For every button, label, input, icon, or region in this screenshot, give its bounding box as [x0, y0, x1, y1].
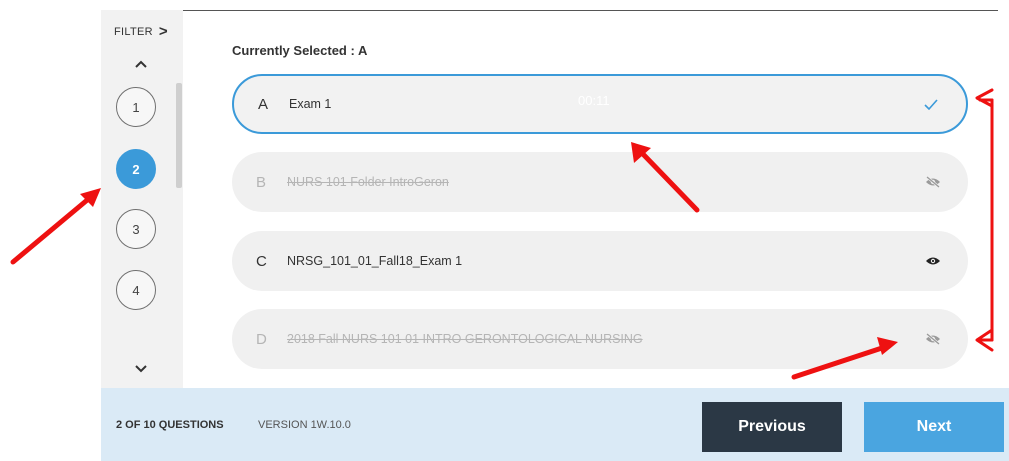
sidebar-scrollbar[interactable]: [176, 83, 182, 188]
option-b[interactable]: B NURS 101 Folder IntroGeron: [232, 152, 968, 212]
currently-selected-label: Currently Selected : A: [232, 43, 368, 58]
exam-window: FILTER > 1 2 3 4 Currently Selected : A …: [0, 0, 1009, 461]
question-number-2[interactable]: 2: [116, 149, 156, 189]
option-text: 2018 Fall NURS 101 01 INTRO GERONTOLOGIC…: [287, 332, 643, 346]
chevron-up-icon[interactable]: [131, 57, 151, 71]
timer: 00:11: [578, 93, 610, 108]
check-icon: [922, 97, 940, 111]
option-d[interactable]: D 2018 Fall NURS 101 01 INTRO GERONTOLOG…: [232, 309, 968, 369]
option-letter: C: [256, 252, 267, 270]
option-text: Exam 1: [289, 97, 332, 111]
question-count: 2 OF 10 QUESTIONS: [116, 419, 224, 431]
filter-toggle[interactable]: FILTER >: [114, 24, 168, 39]
annotation-arrow: [10, 188, 101, 265]
option-letter: D: [256, 330, 267, 348]
filter-label: FILTER: [114, 25, 153, 38]
eye-off-icon[interactable]: [924, 332, 942, 346]
next-button[interactable]: Next: [864, 402, 1004, 452]
eye-off-icon[interactable]: [924, 175, 942, 189]
chevron-right-icon: >: [158, 23, 168, 40]
option-a[interactable]: A Exam 1 00:11: [232, 74, 968, 134]
eye-icon[interactable]: [924, 254, 942, 268]
option-letter: A: [258, 95, 269, 113]
chevron-down-icon[interactable]: [131, 362, 151, 376]
question-number-3[interactable]: 3: [116, 209, 156, 249]
top-divider: [183, 10, 998, 11]
option-letter: B: [256, 173, 267, 191]
question-sidebar: FILTER > 1 2 3 4: [101, 10, 183, 388]
option-c[interactable]: C NRSG_101_01_Fall18_Exam 1: [232, 231, 968, 291]
option-text: NURS 101 Folder IntroGeron: [287, 175, 449, 189]
question-number-4[interactable]: 4: [116, 270, 156, 310]
previous-button[interactable]: Previous: [702, 402, 842, 452]
version-label: VERSION 1W.10.0: [258, 419, 351, 431]
question-number-1[interactable]: 1: [116, 87, 156, 127]
footer-bar: 2 OF 10 QUESTIONS VERSION 1W.10.0 Previo…: [101, 388, 1009, 461]
option-text: NRSG_101_01_Fall18_Exam 1: [287, 254, 463, 268]
annotation-bracket: [975, 88, 994, 352]
